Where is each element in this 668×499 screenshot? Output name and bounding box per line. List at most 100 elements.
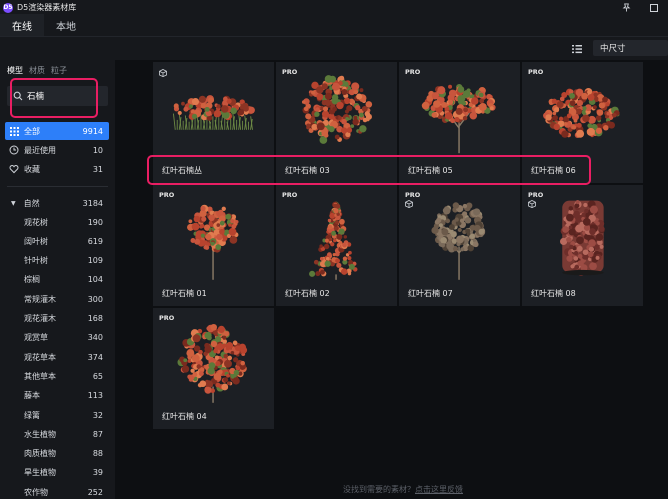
category-label: 观花树 (24, 217, 48, 227)
category-count: 340 (87, 333, 103, 343)
tab-online[interactable]: 在线 (0, 14, 44, 36)
category-count: 88 (92, 449, 103, 459)
asset-thumbnail (431, 202, 486, 280)
asset-card[interactable]: PRO 红叶石楠 07 (399, 185, 520, 306)
category-item[interactable]: 其他草本 65 (5, 368, 109, 384)
category-count: 109 (87, 256, 103, 266)
caret-down-icon: ▼ (11, 199, 16, 207)
category-label: 绿篱 (24, 410, 40, 420)
tab-models[interactable]: 模型 (7, 65, 23, 76)
maximize-button[interactable] (640, 0, 668, 15)
asset-name: 红叶石楠 08 (531, 289, 576, 298)
asset-thumbnail (301, 75, 373, 144)
category-label: 阔叶树 (24, 236, 48, 246)
category-count: 113 (87, 391, 103, 401)
asset-name: 红叶石楠 01 (162, 289, 207, 298)
category-label: 针叶树 (24, 256, 48, 266)
category-count: 619 (87, 236, 103, 246)
category-item[interactable]: 观花草本 374 (5, 349, 109, 365)
asset-card[interactable]: PRO 红叶石楠 04 (153, 308, 274, 429)
asset-name: 红叶石楠 02 (285, 289, 330, 298)
category-item[interactable]: 针叶树 109 (5, 253, 109, 269)
category-count: 252 (87, 487, 103, 497)
category-label: 棕榈 (24, 275, 40, 285)
asset-card[interactable]: PRO 红叶石楠 08 (522, 185, 643, 306)
category-count: 65 (92, 371, 103, 381)
nav-item-recent[interactable]: 最近使用 10 (5, 141, 109, 159)
grid-icon (9, 126, 19, 136)
tab-particles[interactable]: 粒子 (51, 65, 67, 76)
category-label: 自然 (23, 198, 40, 208)
asset-thumbnail (421, 83, 496, 154)
category-label: 其他草本 (24, 371, 56, 381)
list-view-icon[interactable] (571, 43, 583, 55)
category-label: 常规灌木 (24, 294, 56, 304)
category-label: 藤本 (24, 391, 40, 401)
category-item[interactable]: 旱生植物 39 (5, 465, 109, 481)
category-count: 104 (87, 275, 103, 285)
category-label: 观花灌木 (24, 314, 56, 323)
labels-highlight-box (147, 155, 591, 185)
search-highlight-box (10, 78, 98, 118)
category-count: 32 (92, 410, 103, 420)
asset-card[interactable]: PRO 红叶石楠 01 (153, 185, 274, 306)
asset-grid: 红叶石楠丛 PRO 红叶石楠 03 PRO 红叶石楠 05 PRO 红叶石楠 06 PRO 红叶… (115, 60, 668, 499)
category-item[interactable]: 棕榈 104 (5, 272, 109, 288)
category-count: 87 (92, 429, 103, 439)
asset-thumbnail (543, 87, 620, 138)
category-item[interactable]: 绿篱 32 (5, 407, 109, 423)
size-select[interactable]: 中尺寸 (593, 40, 668, 56)
category-item[interactable]: 常规灌木 300 (5, 291, 109, 307)
category-label: 观花草本 (24, 352, 56, 362)
nav-count: 9914 (82, 126, 103, 136)
nav-item-favorites[interactable]: 收藏 31 (5, 160, 109, 178)
title-bar: D5 D5渲染器素材库 (0, 0, 668, 15)
asset-thumbnail (560, 199, 605, 277)
category-count: 39 (92, 468, 103, 478)
category-item[interactable]: 观花灌木 168 (5, 311, 109, 327)
category-label: 肉质植物 (24, 449, 56, 459)
nav-label: 收藏 (24, 164, 40, 174)
pin-icon[interactable] (612, 0, 640, 15)
category-label: 水生植物 (24, 429, 56, 439)
clock-icon (9, 145, 19, 155)
feedback-note: 没找到需要的素材？点击这里反馈 (343, 484, 463, 495)
category-label: 旱生植物 (24, 468, 56, 478)
category-item[interactable]: 肉质植物 88 (5, 446, 109, 462)
category-count: 374 (87, 352, 103, 362)
sidebar: 模型 材质 粒子 全部 9914 最近使用 10 收藏 31 ▼ 自然 3184… (0, 60, 115, 499)
nav-label: 全部 (24, 126, 40, 136)
asset-name: 红叶石楠 04 (162, 412, 207, 421)
tab-materials[interactable]: 材质 (29, 65, 45, 76)
category-item[interactable]: 观花树 190 (5, 214, 109, 230)
category-item[interactable]: 水生植物 87 (5, 426, 109, 442)
category-item[interactable]: 阔叶树 619 (5, 233, 109, 249)
nav-count: 10 (92, 145, 103, 155)
nav-item-all[interactable]: 全部 9914 (5, 122, 109, 140)
category-count: 168 (87, 314, 103, 323)
asset-name: 红叶石楠 07 (408, 289, 453, 298)
nav-count: 31 (92, 164, 103, 174)
divider (7, 186, 108, 187)
asset-thumbnail (177, 323, 248, 403)
feedback-link[interactable]: 点击这里反馈 (415, 485, 463, 494)
category-label: 农作物 (24, 487, 48, 497)
category-item[interactable]: 藤本 113 (5, 388, 109, 404)
category-count: 190 (87, 217, 103, 227)
category-item[interactable]: 观赏草 340 (5, 330, 109, 346)
asset-thumbnail (173, 95, 255, 130)
asset-thumbnail (187, 204, 239, 280)
feedback-text: 没找到需要的素材？ (343, 485, 415, 494)
category-count: 3184 (82, 198, 103, 208)
toolbar: 中尺寸 (0, 37, 668, 60)
category-item[interactable]: 农作物 252 (5, 484, 109, 499)
app-title: D5渲染器素材库 (17, 3, 77, 12)
tab-local[interactable]: 本地 (44, 14, 88, 36)
category-count: 300 (87, 294, 103, 304)
asset-thumbnail (309, 201, 358, 280)
category-nature[interactable]: ▼ 自然 3184 (5, 195, 109, 211)
nav-label: 最近使用 (24, 145, 56, 155)
heart-icon (9, 164, 19, 174)
asset-card[interactable]: PRO 红叶石楠 02 (276, 185, 397, 306)
category-label: 观赏草 (24, 333, 48, 343)
